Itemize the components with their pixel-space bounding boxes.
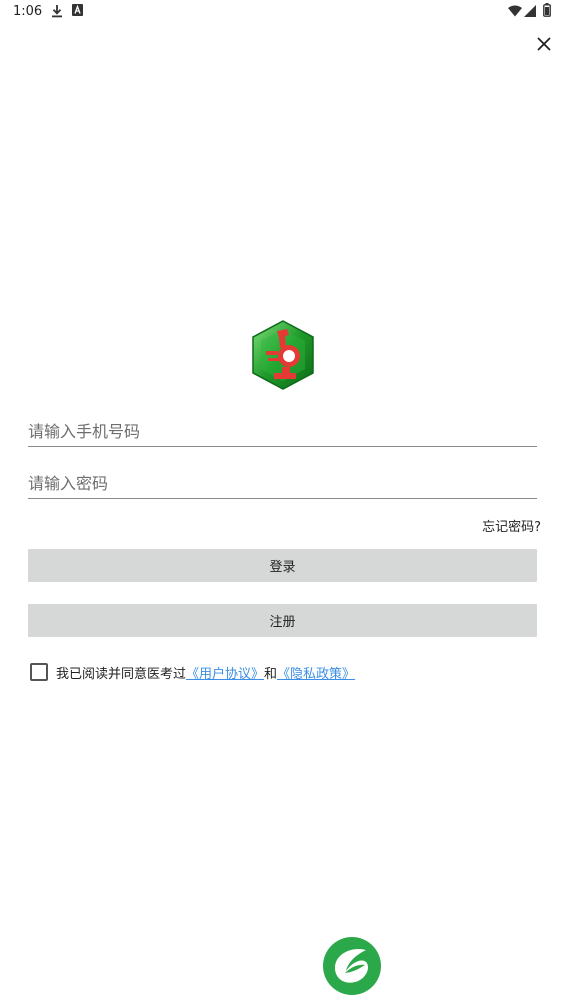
agreement-checkbox[interactable] [30, 663, 48, 681]
battery-icon [543, 3, 551, 17]
a-badge-icon [72, 4, 83, 16]
leaf-logo-icon [323, 937, 381, 995]
microscope-logo-icon [252, 320, 314, 390]
close-button[interactable] [531, 31, 557, 57]
status-bar: 1:06 [0, 0, 565, 24]
agreement-row: 我已阅读并同意医考过 《用户协议》 和 《隐私政策》 [30, 662, 355, 682]
privacy-policy-link[interactable]: 《隐私政策》 [277, 663, 355, 682]
phone-field [28, 418, 537, 447]
phone-input[interactable] [28, 418, 537, 444]
login-button[interactable]: 登录 [28, 549, 537, 582]
status-time: 1:06 [13, 4, 43, 19]
agreement-and: 和 [264, 666, 278, 682]
wifi-icon [508, 5, 522, 17]
agreement-prefix: 我已阅读并同意医考过 [56, 666, 187, 682]
download-icon [52, 5, 62, 18]
forgot-password-link[interactable]: 忘记密码? [482, 516, 541, 535]
signal-icon [524, 5, 536, 17]
close-icon [537, 37, 551, 51]
register-button[interactable]: 注册 [28, 604, 537, 637]
user-agreement-link[interactable]: 《用户协议》 [186, 663, 264, 682]
password-input[interactable] [28, 470, 537, 496]
password-field [28, 470, 537, 499]
